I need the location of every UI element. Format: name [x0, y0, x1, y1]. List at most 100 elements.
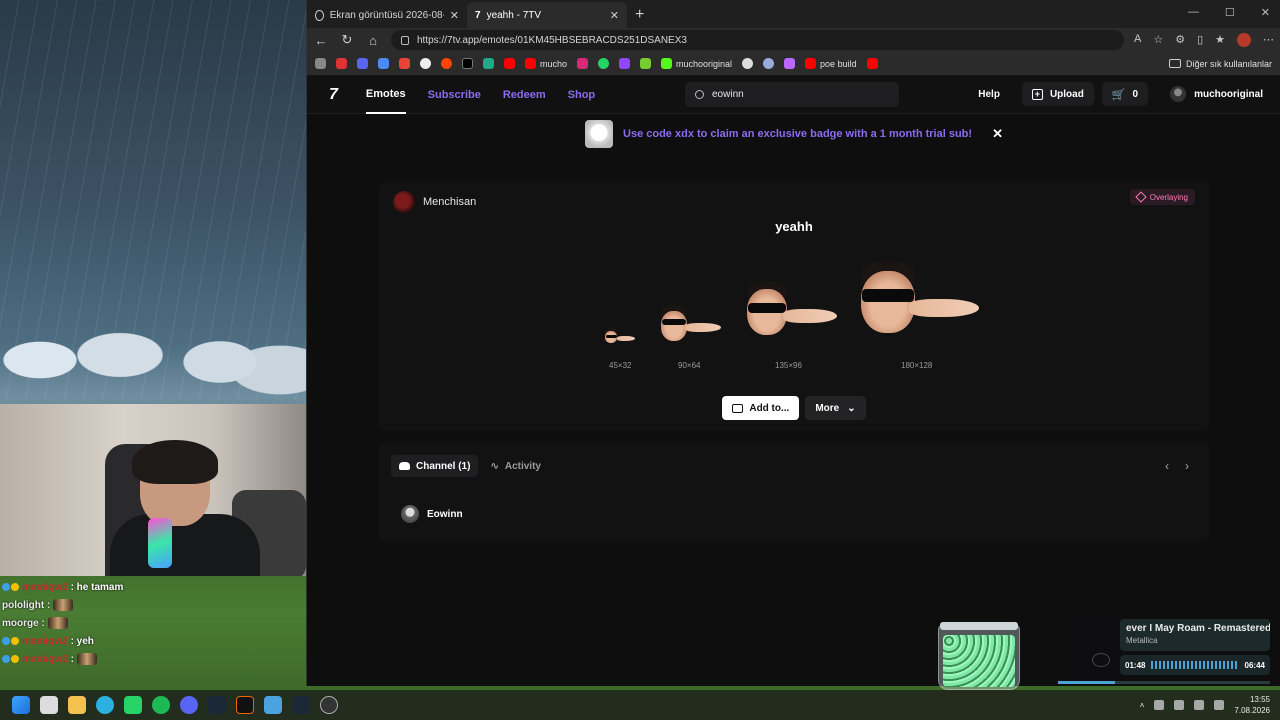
tab-activity[interactable]: ∿ Activity	[482, 455, 549, 477]
add-to-label: Add to...	[749, 402, 790, 414]
pointing-hand-icon	[783, 309, 837, 323]
bookmark-youtube2-icon[interactable]	[866, 58, 878, 69]
spotify-icon[interactable]	[152, 696, 170, 714]
edge-icon[interactable]	[96, 696, 114, 714]
bookmark-reddit-icon[interactable]	[441, 58, 452, 69]
bookmark-app4-icon[interactable]	[742, 58, 754, 69]
list-item[interactable]: Eowinn	[401, 505, 463, 523]
back-button[interactable]: ←	[313, 33, 329, 48]
chat-badges	[2, 655, 19, 663]
tab-bar: Ekran görüntüsü 2026-08-07 1326 ✕ 7 yeah…	[307, 0, 1280, 28]
promo-emote-image	[585, 120, 614, 148]
steam2-icon[interactable]	[292, 696, 310, 714]
window-close-button[interactable]: ✕	[1261, 6, 1270, 19]
bookmark-youtube-icon[interactable]	[504, 58, 515, 69]
bookmark-muchooriginal[interactable]: muchooriginal	[661, 58, 732, 69]
emote-preview-3x[interactable]	[743, 281, 839, 345]
start-icon[interactable]	[12, 696, 30, 714]
bookmark-app5-icon[interactable]	[763, 58, 775, 69]
bookmark-app3-icon[interactable]	[640, 58, 652, 69]
steam-icon[interactable]	[208, 696, 226, 714]
other-bookmarks[interactable]: Diğer sık kullanılanlar	[1168, 59, 1272, 69]
emote-preview-1x[interactable]	[603, 326, 639, 346]
speaker-icon[interactable]	[1214, 700, 1225, 710]
tray-app-icon[interactable]	[1154, 700, 1165, 710]
youtube-icon	[805, 58, 817, 69]
more-button[interactable]: More ⌄	[805, 396, 866, 420]
close-icon[interactable]: ✕	[992, 126, 1003, 142]
add-to-button[interactable]: Add to...	[722, 396, 800, 420]
star-icon[interactable]: ☆	[1153, 33, 1163, 47]
lock-icon	[401, 35, 409, 45]
bookmark-app6-icon[interactable]	[784, 58, 796, 69]
chat-message: : he tamam	[70, 581, 124, 593]
chat-badges	[2, 583, 19, 591]
user-menu[interactable]: muchooriginal	[1170, 86, 1263, 102]
mic-icon[interactable]	[1194, 700, 1205, 710]
bookmark-news-icon[interactable]	[336, 58, 347, 69]
chat-emote-icon	[53, 599, 74, 611]
maximize-button[interactable]: ☐	[1225, 6, 1235, 19]
tab-channel[interactable]: Channel (1)	[391, 455, 479, 477]
extensions-icon[interactable]: ⚙	[1175, 33, 1185, 47]
bookmark-app-icon[interactable]	[315, 58, 326, 69]
app-icon[interactable]	[236, 696, 254, 714]
nav-shop[interactable]: Shop	[568, 76, 596, 114]
nav-subscribe[interactable]: Subscribe	[428, 76, 481, 114]
split-screen-icon[interactable]: ▯	[1197, 33, 1203, 47]
profile-avatar[interactable]	[1237, 33, 1251, 47]
chevron-right-icon[interactable]: ›	[1185, 459, 1189, 473]
emote-preview-4x[interactable]	[857, 261, 981, 349]
size-label: 45×32	[609, 361, 632, 370]
close-icon[interactable]: ✕	[450, 9, 459, 22]
bookmark-twitch-icon[interactable]	[619, 58, 631, 69]
obs-icon[interactable]	[320, 696, 338, 714]
favorites-icon[interactable]: ★	[1215, 33, 1225, 47]
search-input[interactable]: eowinn	[685, 82, 899, 107]
file-explorer-icon[interactable]	[68, 696, 86, 714]
minimize-button[interactable]: —	[1188, 6, 1199, 19]
app2-icon[interactable]	[264, 696, 282, 714]
bookmark-translate-icon[interactable]	[378, 58, 389, 69]
bookmark-discord-icon[interactable]	[357, 58, 368, 69]
tab-label: Channel (1)	[416, 460, 471, 472]
cart-button[interactable]: 🛒 0	[1101, 82, 1149, 106]
help-link[interactable]: Help	[978, 89, 1000, 100]
emote-preview-2x[interactable]	[659, 303, 723, 345]
bookmark-poe-build[interactable]: poe build	[805, 58, 857, 69]
calculator-icon[interactable]	[40, 696, 58, 714]
upload-button[interactable]: + Upload	[1021, 82, 1094, 106]
chat-line: moorge :	[2, 614, 302, 632]
url-input[interactable]: https://7tv.app/emotes/01KM45HBSEBRACDS2…	[391, 30, 1124, 50]
close-icon[interactable]: ✕	[610, 9, 619, 22]
network-icon[interactable]	[1174, 700, 1185, 710]
sunglasses-icon	[606, 335, 617, 338]
browser-tab[interactable]: Ekran görüntüsü 2026-08-07 1326 ✕	[307, 2, 467, 28]
clock[interactable]: 13:55 7.08.2026	[1234, 694, 1270, 716]
browser-tab-active[interactable]: 7 yeahh - 7TV ✕	[467, 2, 627, 28]
whatsapp-icon[interactable]	[124, 696, 142, 714]
clock-time: 13:55	[1249, 695, 1270, 704]
bookmark-x-icon[interactable]	[462, 58, 473, 69]
chevron-left-icon[interactable]: ‹	[1165, 459, 1169, 473]
bookmark-mucho[interactable]: mucho	[525, 58, 567, 69]
refresh-button[interactable]: ↻	[339, 32, 355, 48]
promo-text[interactable]: Use code xdx to claim an exclusive badge…	[623, 128, 972, 140]
streamer-hair	[132, 440, 218, 484]
bookmark-app2-icon[interactable]	[483, 58, 494, 69]
discord-icon[interactable]	[180, 696, 198, 714]
new-tab-button[interactable]: +	[635, 6, 644, 24]
7tv-logo[interactable]: 7	[329, 86, 338, 104]
chevron-up-icon[interactable]: ˄	[1140, 701, 1145, 710]
home-button[interactable]: ⌂	[365, 33, 381, 48]
bookmark-google-icon[interactable]	[420, 58, 431, 69]
nav-emotes[interactable]: Emotes	[365, 76, 406, 114]
translate-icon[interactable]: A	[1134, 33, 1141, 47]
nav-redeem[interactable]: Redeem	[503, 76, 546, 114]
search-value: eowinn	[712, 89, 744, 100]
emote-owner[interactable]: Menchisan	[393, 191, 476, 213]
bookmark-gmail-icon[interactable]	[399, 58, 410, 69]
bookmark-instagram-icon[interactable]	[577, 58, 589, 69]
menu-icon[interactable]: ⋯	[1263, 33, 1274, 47]
bookmark-whatsapp-icon[interactable]	[598, 58, 610, 69]
